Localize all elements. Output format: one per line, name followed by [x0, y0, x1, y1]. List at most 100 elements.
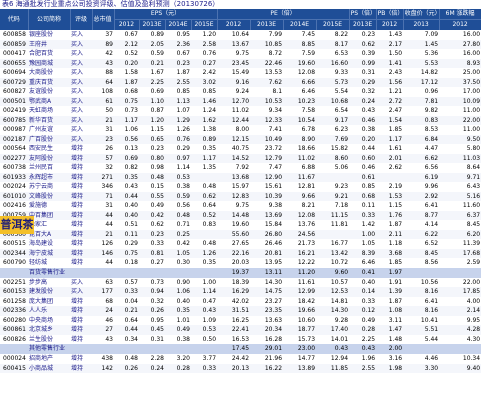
cell-value: 11.67 [283, 172, 317, 182]
cell-value: 19.37 [217, 267, 251, 278]
cell-value: 0.29 [124, 240, 138, 247]
cell-value: 1.43 [388, 31, 403, 38]
cell-name: 友谊股份 [29, 88, 54, 95]
table-row: 600655 豫园商城 买入 43 0.20 0.21 0.23 0.27 23.45 22.46… [0, 58, 481, 68]
cell-rating: 增持 [70, 153, 92, 163]
cell-value: 8.45 [403, 248, 440, 258]
cell-value: 4.30 [466, 335, 481, 343]
cell-value: 15.82 [330, 145, 349, 152]
cell-code: 002419 [3, 107, 26, 114]
cell-value: 1.61 [388, 145, 403, 152]
cell-value: 1.98 [376, 363, 404, 373]
cell-value: 16.28 [264, 335, 283, 343]
cell-value: 11.61 [297, 278, 316, 286]
header-name: 公司简称 [28, 9, 71, 30]
cell-value: 0.59 [165, 191, 191, 201]
cell-name: 永辉超市 [28, 172, 70, 182]
cell-value: 0.43 [361, 107, 376, 114]
cell-value: 9.24 [235, 88, 250, 95]
cell-value: 12.81 [297, 183, 316, 190]
cell-name: 银座股份 [29, 31, 54, 38]
cell-code: 600415 [0, 363, 28, 373]
cell-rating: 增持 [71, 335, 84, 343]
cell-value: 11.85 [316, 363, 350, 373]
cell-value: 9.40 [439, 363, 481, 373]
cell-value: 0.75 [114, 248, 139, 258]
cell-value: 0.25 [165, 229, 191, 239]
cell-value: 0.18 [124, 259, 138, 266]
cell-value: 31 [105, 126, 113, 133]
cell-value: 438 [101, 355, 113, 362]
cell-value: 2.25 [139, 77, 165, 87]
cell-value: 11.15 [316, 210, 350, 220]
cell-value: 10.68 [316, 96, 350, 106]
cell-value: 4.46 [424, 355, 439, 362]
cell-value: 2.12 [114, 39, 139, 49]
header-year: 2012 [114, 19, 140, 30]
cell-code: 002416 [3, 202, 26, 209]
cell-code: 601010 [0, 191, 28, 201]
cell-value: 0.67 [176, 50, 190, 57]
cell-value: 0.62 [191, 191, 218, 201]
cell-value: 2.62 [388, 164, 403, 171]
cell-value: 9.38 [268, 202, 283, 209]
cell-value: 0.35 [202, 145, 217, 152]
cell-value: 10.53 [250, 96, 284, 106]
cell-value: 177 [92, 287, 114, 297]
cell-rating: 增持 [70, 248, 92, 258]
cell-value: 0.35 [202, 259, 217, 266]
cell-value: 24 [92, 306, 114, 316]
header-year: 2012 [217, 19, 251, 30]
cell-value: 7.99 [268, 31, 283, 38]
cell-value: 0.95 [150, 316, 164, 324]
cell-code: 601933 [0, 172, 28, 182]
cell-value: 271 [92, 172, 114, 182]
cell-value: 5.44 [424, 335, 439, 343]
cell-value: 0.85 [176, 88, 190, 95]
cell-value: 9.23 [334, 183, 349, 190]
header-ps: PS（倍） [349, 9, 377, 20]
cell-value: 16.22 [250, 363, 284, 373]
cell-value: 0.61 [349, 172, 377, 182]
header-year: 2013E [349, 19, 377, 30]
cell-value: 1.50 [388, 50, 403, 57]
cell-value: 0.65 [139, 134, 165, 144]
cell-value: 9.60 [316, 267, 350, 278]
cell-value: 1.91 [388, 278, 403, 286]
cell-value: 3.02 [191, 77, 218, 87]
cell-value: 1.21 [388, 88, 403, 95]
cell-value: 8.93 [439, 58, 481, 68]
cell-rating: 增持 [71, 259, 84, 266]
cell-value: 0.43 [191, 306, 218, 316]
cell-value: 1.05 [165, 248, 191, 258]
cell-value: 1.17 [376, 134, 404, 144]
cell-value: 10.54 [283, 115, 317, 125]
cell-value: 8.00 [235, 126, 250, 133]
cell-value: 1.67 [150, 69, 164, 76]
cell-value: 24.56 [283, 229, 317, 239]
cell-value: 7.47 [268, 164, 283, 171]
cell-value: 0.47 [202, 297, 217, 305]
cell-value: 0.94 [139, 287, 165, 297]
cell-code: 002336 [0, 306, 28, 316]
cell-name: 新华百货 [28, 115, 70, 125]
cell-value: 0.52 [191, 210, 218, 220]
cell-value: 31.51 [217, 306, 251, 316]
cell-value: 2.11 [376, 229, 404, 239]
cell-value: 22.46 [250, 58, 284, 68]
cell-value: 10.64 [231, 31, 250, 38]
cell-value: 12.83 [217, 191, 251, 201]
cell-value: 42 [105, 50, 113, 57]
cell-value: 0.71 [176, 221, 190, 228]
cell-value: 1.39 [376, 287, 404, 297]
cell-value [316, 172, 350, 182]
cell-name: 苏宁云商 [29, 183, 54, 190]
table-row: 000759 中百集团 增持 44 0.40 0.42 0.48 0.52 14.48 13.69… [0, 210, 481, 220]
cell-value: 0.20 [114, 58, 139, 68]
cell-code: 002344 [0, 248, 28, 258]
cell-value: 44 [92, 210, 114, 220]
cell-value: 2.92 [403, 191, 440, 201]
cell-value: 7.45 [301, 31, 316, 38]
cell-value: 0.11 [361, 202, 376, 209]
cell-value: 9.71 [439, 172, 481, 182]
